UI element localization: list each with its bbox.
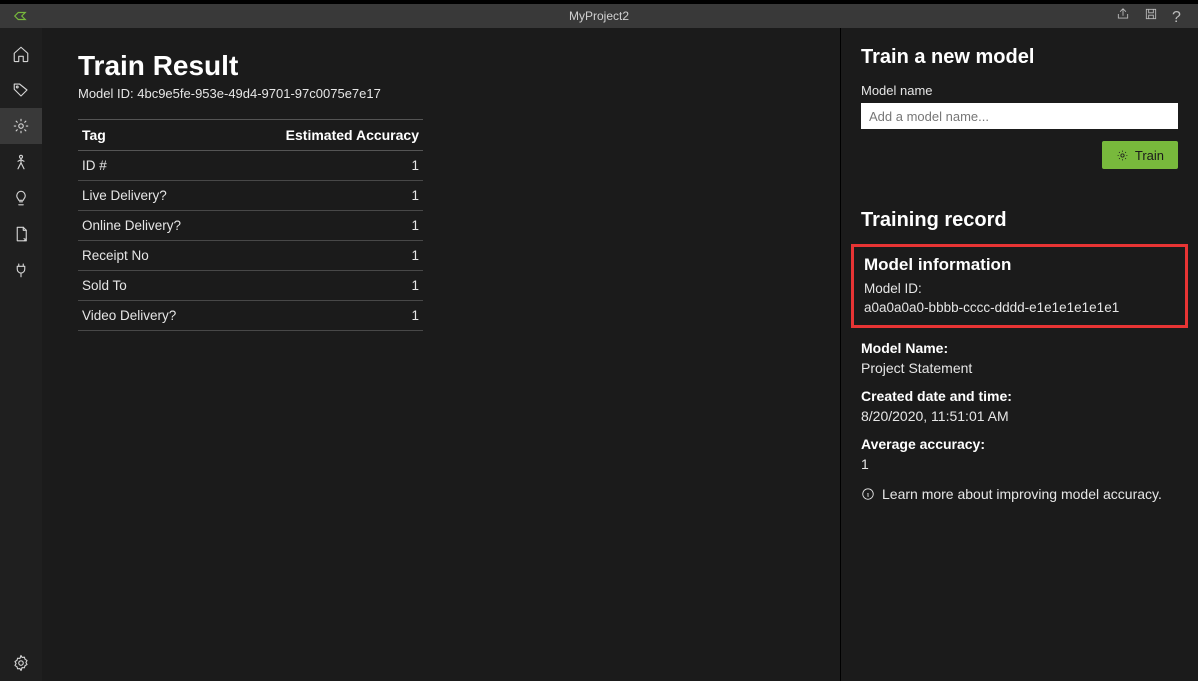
created-k: Created date and time: <box>861 388 1178 404</box>
table-row: Live Delivery?1 <box>78 181 423 211</box>
nav-settings[interactable] <box>0 645 42 681</box>
train-button[interactable]: Train <box>1102 141 1178 169</box>
result-table: Tag Estimated Accuracy ID #1 Live Delive… <box>78 119 423 331</box>
avg-acc-k: Average accuracy: <box>861 436 1178 452</box>
nav-connect[interactable] <box>0 252 42 288</box>
model-name-k: Model Name: <box>861 340 1178 356</box>
avg-acc-v: 1 <box>861 456 1178 472</box>
model-id-label: Model ID: <box>864 281 1175 296</box>
save-icon[interactable] <box>1144 7 1158 26</box>
col-accuracy: Estimated Accuracy <box>227 120 423 151</box>
nav-train[interactable] <box>0 108 42 144</box>
main-content: Train Result Model ID: 4bc9e5fe-953e-49d… <box>42 28 840 681</box>
title-bar: MyProject2 ? <box>0 0 1198 28</box>
table-row: ID #1 <box>78 151 423 181</box>
model-name-v: Project Statement <box>861 360 1178 376</box>
sidebar <box>0 28 42 681</box>
right-panel: Train a new model Model name Train Train… <box>840 28 1198 681</box>
table-row: Online Delivery?1 <box>78 211 423 241</box>
table-row: Sold To1 <box>78 271 423 301</box>
nav-compose[interactable] <box>0 144 42 180</box>
app-title: MyProject2 <box>0 9 1198 23</box>
model-info-highlight: Model information Model ID: a0a0a0a0-bbb… <box>851 244 1188 328</box>
learn-more-link[interactable]: Learn more about improving model accurac… <box>861 486 1178 502</box>
model-id-line: Model ID: 4bc9e5fe-953e-49d4-9701-97c007… <box>78 86 804 101</box>
col-tag: Tag <box>78 120 227 151</box>
model-info-heading: Model information <box>864 255 1175 275</box>
model-name-label: Model name <box>861 83 1178 98</box>
model-id-value: a0a0a0a0-bbbb-cccc-dddd-e1e1e1e1e1e1 <box>864 300 1175 315</box>
created-v: 8/20/2020, 11:51:01 AM <box>861 408 1178 424</box>
app-logo <box>0 4 40 28</box>
nav-tags[interactable] <box>0 72 42 108</box>
training-record-heading: Training record <box>861 209 1178 232</box>
gear-icon <box>1116 149 1129 162</box>
share-icon[interactable] <box>1116 7 1130 26</box>
table-row: Video Delivery?1 <box>78 301 423 331</box>
train-new-heading: Train a new model <box>861 46 1178 69</box>
nav-predict[interactable] <box>0 180 42 216</box>
page-title: Train Result <box>78 50 804 82</box>
table-row: Receipt No1 <box>78 241 423 271</box>
nav-document[interactable] <box>0 216 42 252</box>
help-icon[interactable]: ? <box>1172 9 1186 23</box>
nav-home[interactable] <box>0 36 42 72</box>
info-icon <box>861 487 875 501</box>
model-name-input[interactable] <box>861 103 1178 129</box>
